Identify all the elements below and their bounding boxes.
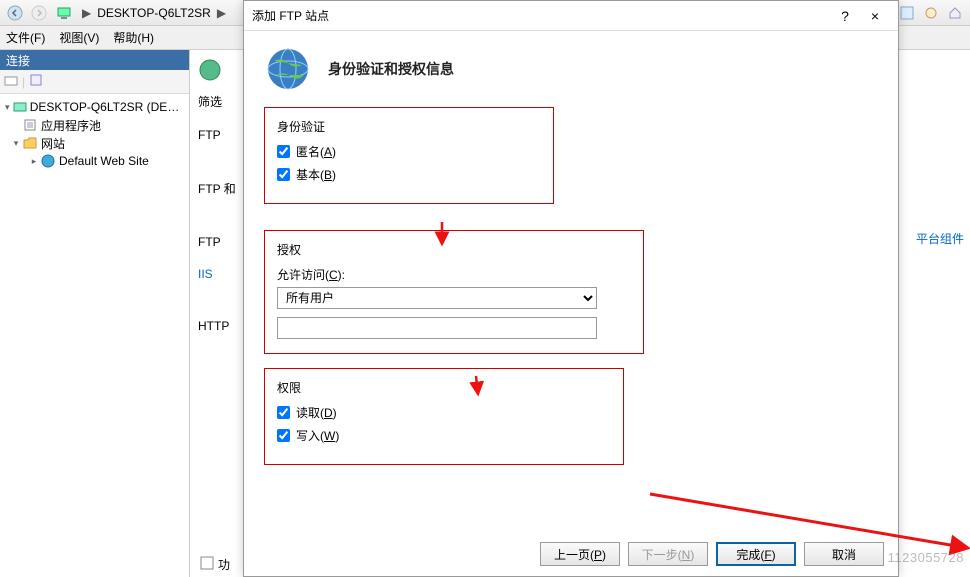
breadcrumb-root[interactable]: DESKTOP-Q6LT2SR — [97, 6, 211, 20]
perm-legend: 权限 — [277, 379, 611, 396]
menu-view[interactable]: 视图(V) — [59, 29, 99, 46]
tree-sites-label: 网站 — [41, 135, 65, 152]
tree-server-node[interactable]: ▾ DESKTOP-Q6LT2SR (DESKTOP — [2, 98, 187, 116]
tree-sites[interactable]: ▾ 网站 — [2, 134, 187, 152]
main-icon — [198, 58, 222, 85]
collapse-icon[interactable]: ▾ — [10, 138, 22, 149]
bottom-label: 功 — [218, 556, 230, 573]
dialog-titlebar: 添加 FTP 站点 ? × — [244, 1, 898, 31]
globe-icon — [40, 153, 56, 169]
basic-checkbox-row[interactable]: 基本(B) — [277, 166, 541, 183]
breadcrumb-chevron-2: ▶ — [217, 6, 226, 20]
read-label: 读取(D) — [296, 404, 337, 421]
tree-app-pool-label: 应用程序池 — [41, 117, 101, 134]
help-button[interactable]: ? — [830, 8, 860, 24]
finish-button[interactable]: 完成(F) — [716, 542, 796, 566]
filter-label: 筛选 — [198, 95, 222, 109]
connections-tree: ▾ DESKTOP-Q6LT2SR (DESKTOP 应用程序池 ▾ 网站 ▸ … — [0, 94, 189, 174]
server-icon — [13, 99, 27, 115]
perm-fieldset: 权限 读取(D) 写入(W) — [264, 368, 624, 465]
tree-default-site[interactable]: ▸ Default Web Site — [2, 152, 187, 170]
connections-header: 连接 — [0, 50, 189, 70]
connections-toolbar: | — [0, 70, 189, 94]
conn-tool-icon[interactable] — [4, 73, 18, 90]
add-ftp-site-dialog: 添加 FTP 站点 ? × 身份验证和授权信息 身份验证 匿名(A) 基本(B)… — [243, 0, 899, 577]
cancel-button[interactable]: 取消 — [804, 542, 884, 566]
authz-legend: 授权 — [277, 241, 631, 258]
next-button: 下一步(N) — [628, 542, 708, 566]
dialog-title: 添加 FTP 站点 — [252, 7, 830, 24]
bottom-status: 功 — [200, 556, 230, 573]
expand-icon[interactable]: ▸ — [28, 156, 40, 167]
prev-button[interactable]: 上一页(P) — [540, 542, 620, 566]
watermark: 1123055728 — [888, 550, 964, 565]
basic-label: 基本(B) — [296, 166, 336, 183]
connections-panel: 连接 | ▾ DESKTOP-Q6LT2SR (DESKTOP 应用程序池 ▾ … — [0, 50, 190, 577]
dialog-footer: 上一页(P) 下一步(N) 完成(F) 取消 — [540, 542, 884, 566]
authz-text-input[interactable] — [277, 317, 597, 339]
status-icon — [200, 556, 214, 573]
read-checkbox-row[interactable]: 读取(D) — [277, 404, 611, 421]
close-button[interactable]: × — [860, 8, 890, 24]
menu-help[interactable]: 帮助(H) — [113, 29, 154, 46]
conn-tool-icon-2[interactable] — [29, 73, 43, 90]
tree-server-label: DESKTOP-Q6LT2SR (DESKTOP — [30, 100, 187, 114]
auth-fieldset: 身份验证 匿名(A) 基本(B) — [264, 107, 554, 204]
home-icon[interactable] — [944, 3, 966, 23]
back-button[interactable] — [4, 3, 26, 23]
anonymous-checkbox[interactable] — [277, 145, 290, 158]
globe-large-icon — [264, 45, 312, 93]
dialog-body: 身份验证 匿名(A) 基本(B) 授权 允许访问(C): 所有用户 权限 — [244, 107, 898, 465]
auth-legend: 身份验证 — [277, 118, 541, 135]
tool-icon-1[interactable] — [896, 3, 918, 23]
allow-access-select[interactable]: 所有用户 — [277, 287, 597, 309]
server-icon — [56, 5, 72, 21]
write-checkbox-row[interactable]: 写入(W) — [277, 427, 611, 444]
tree-default-site-label: Default Web Site — [59, 154, 149, 168]
read-checkbox[interactable] — [277, 406, 290, 419]
forward-icon — [31, 5, 47, 21]
back-icon — [7, 5, 23, 21]
write-checkbox[interactable] — [277, 429, 290, 442]
tool-icon-2[interactable] — [920, 3, 942, 23]
basic-checkbox[interactable] — [277, 168, 290, 181]
breadcrumb-chevron: ▶ — [82, 6, 91, 20]
app-pool-icon — [22, 117, 38, 133]
anonymous-checkbox-row[interactable]: 匿名(A) — [277, 143, 541, 160]
right-link[interactable]: 平台组件 — [916, 230, 964, 247]
collapse-icon[interactable]: ▾ — [2, 102, 13, 113]
forward-button[interactable] — [28, 3, 50, 23]
dialog-header: 身份验证和授权信息 — [244, 31, 898, 107]
folder-icon — [22, 135, 38, 151]
dialog-heading: 身份验证和授权信息 — [328, 59, 454, 79]
menu-file[interactable]: 文件(F) — [6, 29, 45, 46]
authz-fieldset: 授权 允许访问(C): 所有用户 — [264, 230, 644, 354]
allow-access-label: 允许访问(C): — [277, 266, 631, 283]
tree-app-pool[interactable]: 应用程序池 — [2, 116, 187, 134]
write-label: 写入(W) — [296, 427, 339, 444]
anonymous-label: 匿名(A) — [296, 143, 336, 160]
